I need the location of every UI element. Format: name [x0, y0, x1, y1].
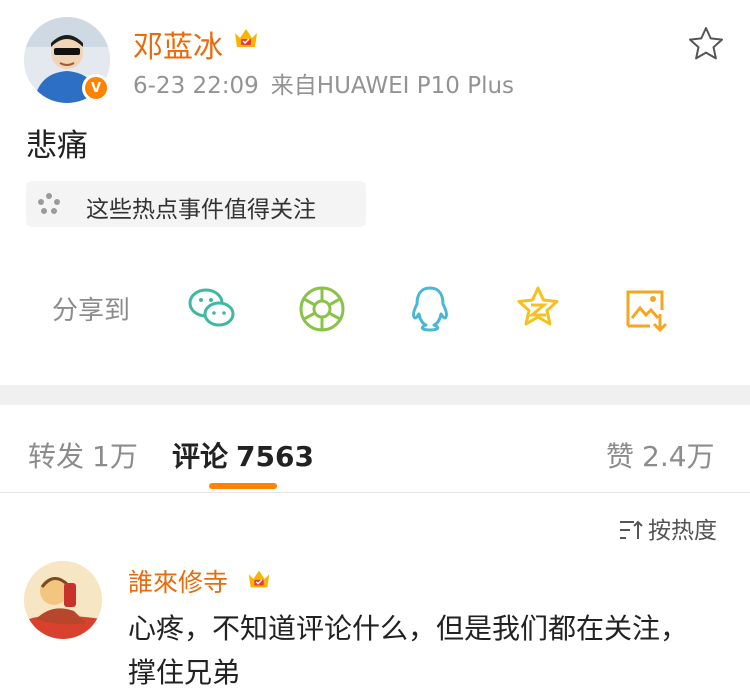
- qq-icon[interactable]: [404, 284, 456, 334]
- hot-topic-chip[interactable]: 这些热点事件值得关注: [26, 181, 366, 227]
- vip-crown-icon: [248, 570, 270, 588]
- qzone-icon[interactable]: [512, 284, 564, 334]
- tab-likes[interactable]: 赞 2.4万: [606, 435, 715, 475]
- tab-likes-count: 2.4万: [642, 440, 715, 473]
- section-divider: [0, 385, 750, 405]
- tab-likes-label: 赞: [606, 440, 635, 473]
- verified-badge-icon: V: [82, 74, 110, 102]
- save-image-icon[interactable]: [620, 284, 672, 334]
- sort-icon: [620, 520, 643, 539]
- comment-text: 心疼，不知道评论什么，但是我们都在关注，撑住兄弟: [128, 612, 689, 689]
- weibo-post: V 邓蓝冰 6-23 22:09 来自HUAWEI P10 Plus 悲痛 这些热…: [0, 0, 750, 385]
- favorite-star-icon[interactable]: [686, 24, 726, 64]
- wechat-icon[interactable]: [186, 284, 238, 334]
- moments-icon[interactable]: [296, 284, 348, 334]
- interaction-tabs: 转发 1万 评论 7563 赞 2.4万: [0, 405, 750, 493]
- post-meta: 6-23 22:09 来自HUAWEI P10 Plus: [133, 66, 514, 100]
- hot-topic-label: 这些热点事件值得关注: [86, 197, 316, 223]
- post-source: 来自HUAWEI P10 Plus: [270, 73, 515, 99]
- tab-comments[interactable]: 评论 7563: [172, 435, 314, 475]
- sort-by-heat-button[interactable]: 按热度: [618, 511, 717, 545]
- commenter-avatar-image: [24, 561, 102, 639]
- tab-repost[interactable]: 转发 1万: [28, 435, 138, 475]
- share-label: 分享到: [52, 296, 131, 326]
- active-tab-indicator: [209, 483, 277, 489]
- post-author-name[interactable]: 邓蓝冰: [133, 22, 223, 66]
- commenter-name[interactable]: 誰來修寺: [128, 563, 228, 599]
- tab-repost-count: 1万: [92, 440, 138, 473]
- hot-topic-icon: [38, 193, 60, 214]
- vip-crown-icon: [235, 29, 257, 47]
- post-content: 悲痛: [26, 128, 88, 164]
- post-date: 6-23 22:09: [133, 73, 259, 99]
- tab-repost-label: 转发: [28, 440, 85, 473]
- tab-comments-count: 7563: [236, 440, 314, 473]
- commenter-avatar[interactable]: [24, 561, 102, 639]
- sort-label: 按热度: [648, 518, 717, 544]
- tab-comments-label: 评论: [172, 440, 229, 473]
